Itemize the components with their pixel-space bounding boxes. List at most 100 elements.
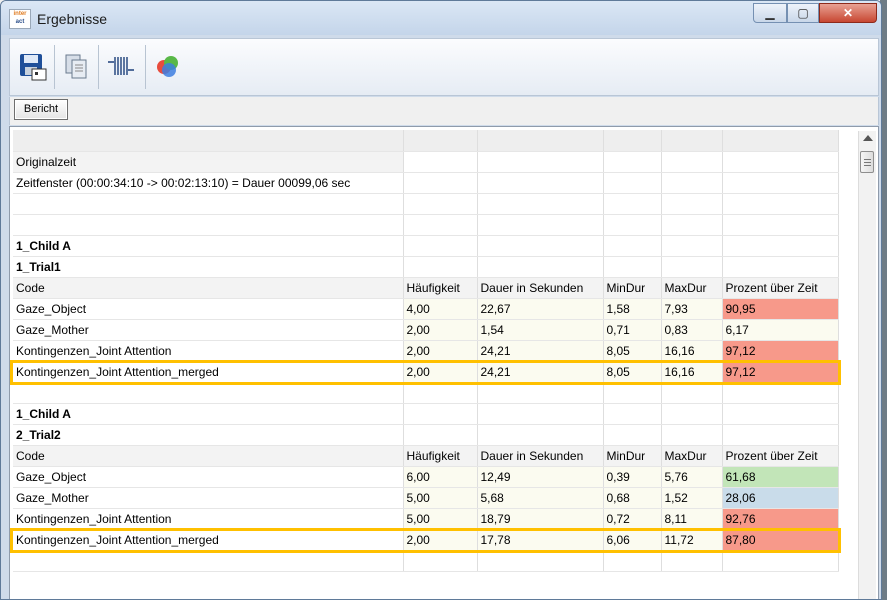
table-cell[interactable]: 8,05 [603,361,662,383]
table-cell[interactable] [603,403,662,425]
table-cell[interactable]: MaxDur [661,277,723,299]
table-cell[interactable]: 5,76 [661,466,723,488]
table-cell[interactable]: 90,95 [722,298,839,320]
table-cell[interactable] [661,235,723,257]
table-cell[interactable] [603,550,662,572]
table-cell[interactable] [722,256,839,278]
table-cell[interactable] [661,214,723,236]
tab-bericht[interactable]: Bericht [14,99,68,120]
table-cell[interactable] [477,403,604,425]
table-cell[interactable] [722,130,839,152]
table-cell[interactable]: 12,49 [477,466,604,488]
table-cell[interactable] [661,130,723,152]
table-cell[interactable] [661,403,723,425]
table-cell[interactable] [403,151,478,173]
table-cell[interactable]: 1_Child A [13,403,404,425]
table-cell[interactable]: 92,76 [722,508,839,530]
table-cell[interactable]: 16,16 [661,361,723,383]
table-cell[interactable] [603,172,662,194]
table-cell[interactable] [403,193,478,215]
table-cell[interactable] [661,193,723,215]
copy-button[interactable] [60,49,92,83]
table-cell[interactable]: 61,68 [722,466,839,488]
table-cell[interactable]: 7,93 [661,298,723,320]
table-cell[interactable]: 8,11 [661,508,723,530]
table-cell[interactable]: 22,67 [477,298,604,320]
table-cell[interactable]: 5,00 [403,508,478,530]
close-button[interactable]: ✕ [819,3,877,23]
table-cell[interactable]: 11,72 [661,529,723,551]
table-cell[interactable]: 97,12 [722,340,839,362]
table-cell[interactable] [477,256,604,278]
table-cell[interactable] [661,151,723,173]
table-cell[interactable] [722,403,839,425]
table-cell[interactable] [722,193,839,215]
table-cell[interactable] [603,151,662,173]
table-cell[interactable] [603,193,662,215]
table-cell[interactable] [403,130,478,152]
table-cell[interactable] [477,130,604,152]
table-cell[interactable] [603,382,662,404]
table-cell[interactable] [477,172,604,194]
table-cell[interactable]: 5,00 [403,487,478,509]
table-cell[interactable] [603,235,662,257]
table-cell[interactable] [603,424,662,446]
table-cell[interactable] [403,424,478,446]
table-cell[interactable] [477,550,604,572]
table-cell[interactable] [661,172,723,194]
minimize-button[interactable]: ▁ [753,3,787,23]
table-cell[interactable]: 17,78 [477,529,604,551]
table-cell[interactable] [477,214,604,236]
table-cell[interactable]: Gaze_Mother [13,487,404,509]
table-cell[interactable]: Originalzeit [13,151,404,173]
table-cell[interactable]: 1_Child A [13,235,404,257]
table-cell[interactable]: 2,00 [403,319,478,341]
table-cell[interactable]: Code [13,445,404,467]
table-cell[interactable]: 87,80 [722,529,839,551]
table-cell[interactable] [403,214,478,236]
table-cell[interactable]: Prozent über Zeit [722,445,839,467]
table-cell[interactable] [477,235,604,257]
table-cell[interactable] [661,424,723,446]
table-cell[interactable] [403,172,478,194]
color-palette-button[interactable] [152,49,184,83]
table-cell[interactable]: 28,06 [722,487,839,509]
table-cell[interactable]: 2_Trial2 [13,424,404,446]
table-cell[interactable] [661,550,723,572]
table-cell[interactable]: MinDur [603,277,662,299]
table-cell[interactable]: Häufigkeit [403,277,478,299]
table-cell[interactable] [722,151,839,173]
table-cell[interactable]: 8,05 [603,340,662,362]
table-cell[interactable]: 18,79 [477,508,604,530]
table-cell[interactable]: 1,54 [477,319,604,341]
table-cell[interactable] [722,382,839,404]
table-cell[interactable] [477,382,604,404]
table-cell[interactable]: 16,16 [661,340,723,362]
table-cell[interactable]: 6,00 [403,466,478,488]
table-cell[interactable]: 2,00 [403,529,478,551]
table-cell[interactable] [403,382,478,404]
scroll-up-arrow-icon[interactable] [863,135,873,141]
table-cell[interactable] [403,235,478,257]
table-cell[interactable]: 0,83 [661,319,723,341]
table-cell[interactable]: 0,71 [603,319,662,341]
table-cell[interactable]: 4,00 [403,298,478,320]
table-cell[interactable] [603,256,662,278]
table-cell[interactable] [661,256,723,278]
table-cell[interactable]: Kontingenzen_Joint Attention_merged [13,361,404,383]
table-cell[interactable] [477,151,604,173]
table-cell[interactable]: Kontingenzen_Joint Attention [13,508,404,530]
table-cell[interactable]: 0,72 [603,508,662,530]
table-cell[interactable]: 1,52 [661,487,723,509]
table-cell[interactable] [13,130,404,152]
table-cell[interactable]: 0,68 [603,487,662,509]
table-cell[interactable] [13,382,404,404]
table-cell[interactable] [403,550,478,572]
table-cell[interactable] [722,235,839,257]
table-cell[interactable]: Gaze_Object [13,466,404,488]
table-cell[interactable]: 0,39 [603,466,662,488]
table-cell[interactable]: 2,00 [403,361,478,383]
table-cell[interactable]: 6,06 [603,529,662,551]
title-bar[interactable]: inter act Ergebnisse ▁ ▢ ✕ [1,1,881,35]
table-cell[interactable] [477,424,604,446]
